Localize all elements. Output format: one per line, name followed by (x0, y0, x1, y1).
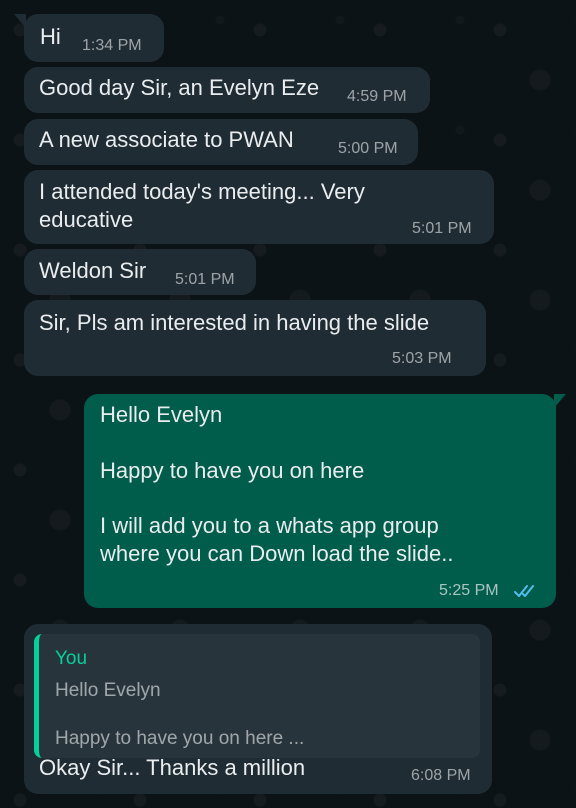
message-bubble[interactable]: A new associate to PWAN 5:00 PM (24, 119, 418, 165)
message-bubble[interactable]: I attended today's meeting... Very educa… (24, 170, 494, 244)
message-bubble[interactable]: Good day Sir, an Evelyn Eze 4:59 PM (24, 67, 430, 113)
message-time: 6:08 PM (411, 767, 471, 784)
message-time: 5:01 PM (412, 220, 472, 237)
message-text-line: I will add you to a whats app group (100, 513, 439, 538)
reply-message-bubble[interactable]: You Hello Evelyn Happy to have you on he… (24, 624, 492, 794)
message-bubble[interactable]: Weldon Sir 5:01 PM (24, 249, 256, 295)
message-time: 5:03 PM (392, 350, 452, 367)
message-bubble[interactable]: Sir, Pls am interested in having the sli… (24, 300, 486, 376)
message-time: 4:59 PM (347, 88, 407, 105)
message-text: A new associate to PWAN (39, 127, 294, 152)
message-time: 5:01 PM (175, 271, 235, 288)
double-check-read-icon (514, 585, 534, 597)
message-time: 1:34 PM (82, 37, 142, 54)
message-text-line: Happy to have you on here (100, 458, 365, 483)
message-bubble[interactable]: Hi 1:34 PM (14, 14, 164, 62)
quoted-message[interactable]: You Hello Evelyn Happy to have you on he… (34, 634, 480, 758)
quoted-author: You (55, 648, 88, 669)
quoted-text-line: Hello Evelyn (55, 680, 161, 701)
quoted-text-line: Happy to have you on here ... (55, 728, 305, 749)
message-time: 5:25 PM (439, 582, 499, 599)
message-text: Sir, Pls am interested in having the sli… (39, 310, 430, 335)
message-text: Hi (40, 24, 61, 49)
message-text-line: where you can Down load the slide.. (100, 541, 454, 566)
message-text-line: Hello Evelyn (100, 402, 223, 427)
message-text-line: I attended today's meeting... Very (39, 179, 365, 204)
message-text: Good day Sir, an Evelyn Eze (39, 75, 320, 100)
message-text-line: educative (39, 207, 134, 232)
message-text: Okay Sir... Thanks a million (39, 755, 306, 780)
message-text: Weldon Sir (39, 258, 147, 283)
outgoing-message-bubble[interactable]: Hello Evelyn Happy to have you on here I… (84, 394, 566, 608)
message-time: 5:00 PM (338, 140, 398, 157)
